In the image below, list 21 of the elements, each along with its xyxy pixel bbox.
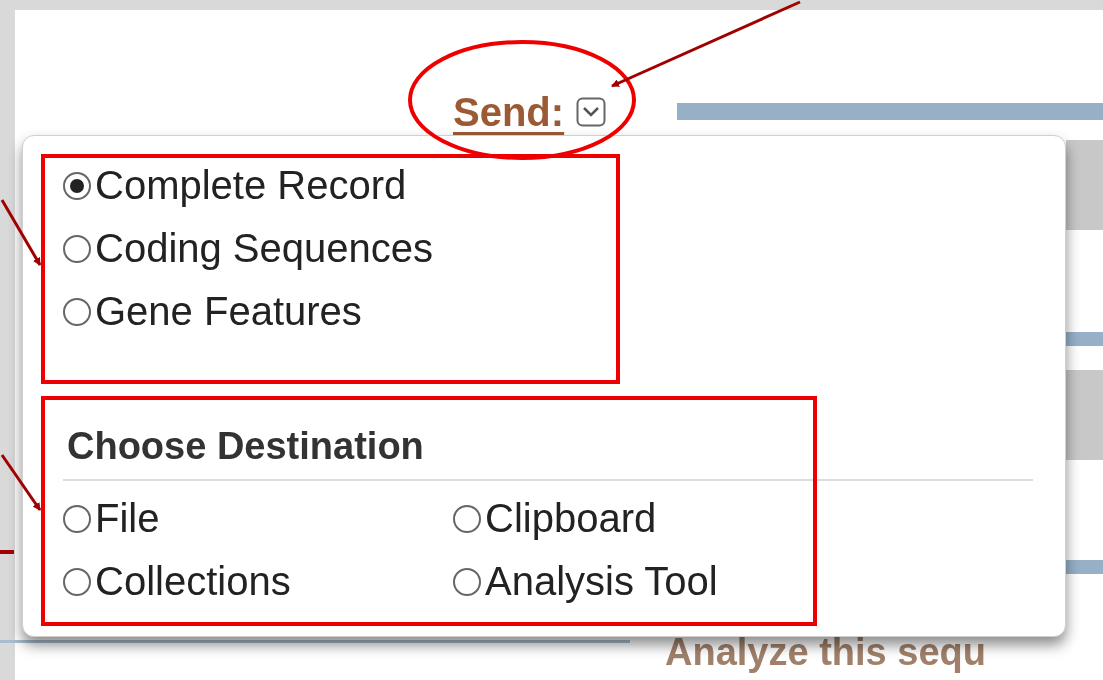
- option-label[interactable]: Clipboard: [485, 493, 657, 544]
- destination-heading: Choose Destination: [66, 424, 425, 469]
- option-label[interactable]: Complete Record: [95, 160, 407, 211]
- divider-bar: [1066, 560, 1103, 574]
- radio-button[interactable]: [453, 567, 481, 596]
- radio-button[interactable]: [63, 504, 91, 533]
- radio-button[interactable]: [63, 567, 91, 596]
- radio-button[interactable]: [63, 297, 91, 326]
- option-label[interactable]: Coding Sequences: [95, 223, 434, 274]
- dropdown-icon[interactable]: [576, 97, 607, 127]
- section-heading: Analyze this sequ: [665, 630, 986, 674]
- annotation-arrow: [0, 454, 42, 511]
- option-label[interactable]: Collections: [95, 556, 291, 607]
- radio-button[interactable]: [63, 171, 91, 200]
- option-label[interactable]: Analysis Tool: [485, 556, 718, 607]
- annotation-arrow: [0, 199, 42, 266]
- divider-bar: [1066, 332, 1103, 346]
- option-label[interactable]: File: [95, 493, 160, 544]
- option-label[interactable]: Gene Features: [95, 286, 362, 337]
- radio-button[interactable]: [453, 504, 481, 533]
- radio-button[interactable]: [63, 234, 91, 263]
